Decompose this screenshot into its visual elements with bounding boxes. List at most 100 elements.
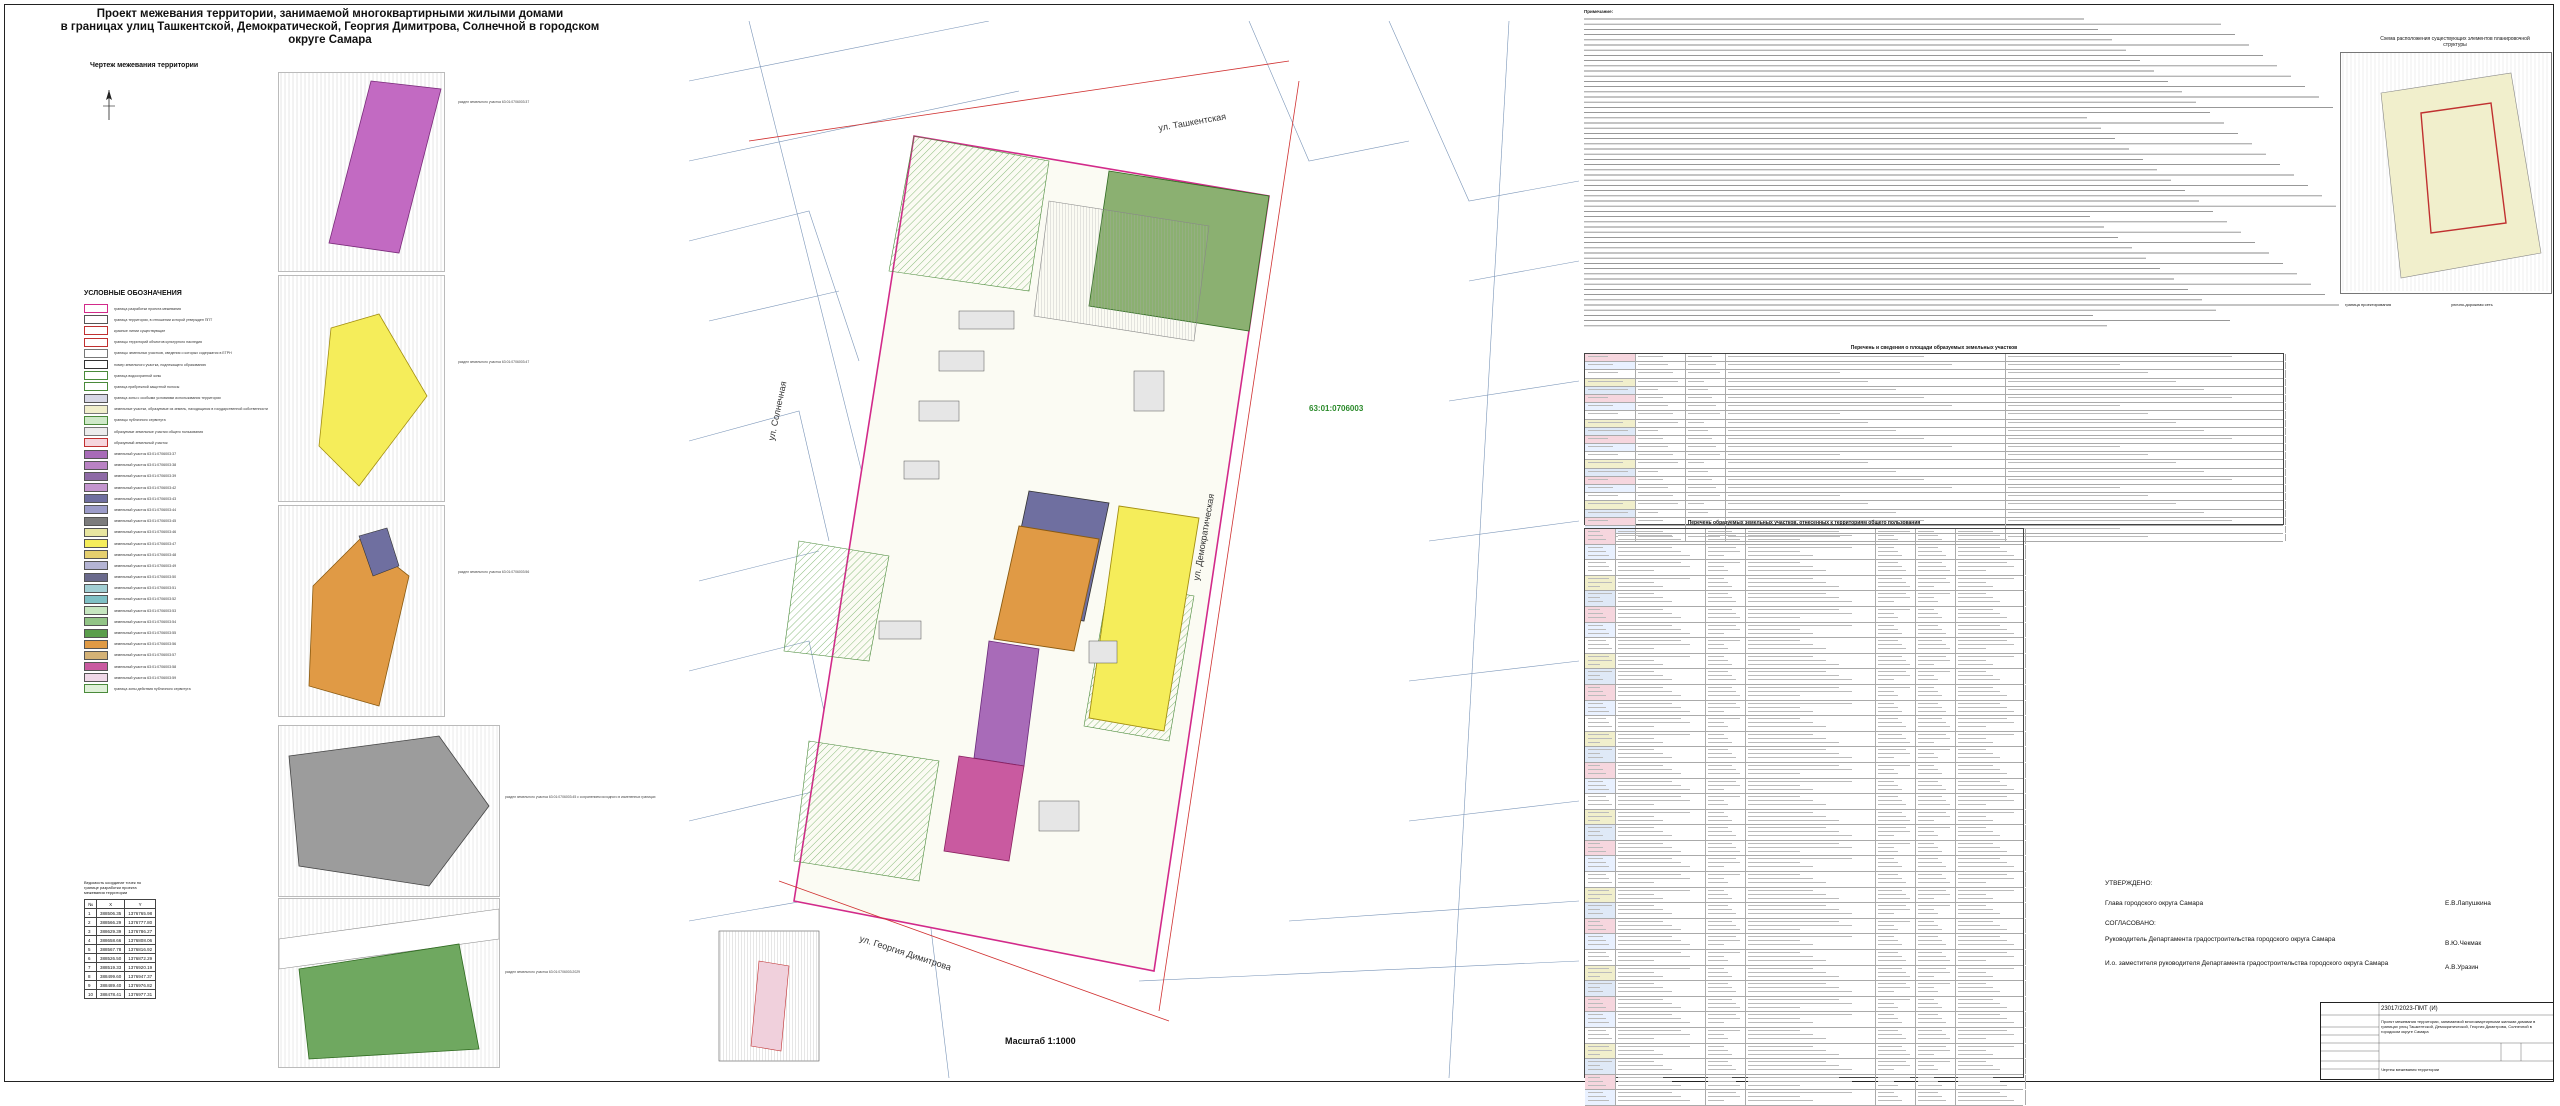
cell-text-line bbox=[2008, 487, 2120, 488]
coords-cell: 1376977.31 bbox=[124, 989, 157, 999]
table-cell bbox=[1585, 444, 1636, 452]
cell-text-line bbox=[1878, 554, 1902, 556]
coords-cell: 3 bbox=[83, 926, 98, 936]
cell-text-line bbox=[1748, 1018, 1800, 1020]
cell-text-line bbox=[1748, 944, 1813, 946]
table-cell bbox=[1615, 794, 1706, 809]
cell-text-line bbox=[1618, 936, 1672, 938]
legend-swatch bbox=[84, 662, 108, 672]
cell-text-line bbox=[1958, 1080, 2000, 1082]
table-cell bbox=[1635, 362, 1686, 370]
cell-text-line bbox=[1748, 846, 1852, 848]
coords-header-num: № bbox=[83, 899, 98, 909]
cell-text-line bbox=[1708, 971, 1728, 973]
cell-text-line bbox=[1708, 952, 1740, 953]
cell-text-line bbox=[1748, 983, 1826, 985]
coords-cell: 1376808.06 bbox=[124, 935, 157, 945]
table-cell bbox=[1585, 950, 1616, 965]
cell-text-line bbox=[1588, 1076, 1600, 1078]
legend-swatch bbox=[84, 404, 108, 414]
cell-text-line bbox=[1918, 581, 1950, 583]
cell-text-line bbox=[1588, 511, 1628, 513]
cell-text-line bbox=[1588, 874, 1606, 875]
cell-text-line bbox=[1618, 827, 1654, 829]
table-cell bbox=[1585, 501, 1636, 509]
cell-text-line bbox=[1958, 862, 2007, 864]
table-cell bbox=[1585, 794, 1616, 809]
cell-text-line bbox=[1708, 608, 1732, 610]
table-cell bbox=[1705, 950, 1746, 965]
cell-text-line bbox=[1878, 694, 1898, 696]
cell-text-line bbox=[1588, 1096, 1606, 1098]
coords-cell: 388658.66 bbox=[96, 935, 126, 945]
cell-text-line bbox=[1618, 741, 1663, 743]
cell-text-line bbox=[1588, 983, 1612, 985]
table-row bbox=[1585, 809, 2026, 826]
cell-text-line bbox=[1618, 1100, 1690, 1102]
cell-text-line bbox=[1958, 975, 1993, 977]
cell-text-line bbox=[1618, 971, 1654, 973]
table-cell bbox=[1875, 1028, 1916, 1043]
table-cell bbox=[1685, 452, 1726, 460]
legend-item: земельный участок 63:01:0706003:45 bbox=[84, 516, 274, 527]
legend-swatch bbox=[84, 561, 108, 571]
cell-text-line bbox=[1638, 495, 1673, 496]
table-cell bbox=[1585, 825, 1616, 840]
cell-text-line bbox=[1748, 1080, 1852, 1082]
table-cell bbox=[1955, 918, 2026, 934]
cell-text-line bbox=[1878, 644, 1902, 645]
cell-text-line bbox=[1728, 364, 1952, 365]
table-cell bbox=[1585, 981, 1616, 996]
cell-text-line bbox=[2008, 536, 2148, 537]
cell-text-line bbox=[1588, 733, 1609, 735]
cell-text-line bbox=[1618, 671, 1654, 673]
cell-text-line bbox=[1918, 1092, 1938, 1094]
cell-text-line bbox=[1588, 737, 1612, 739]
cell-text-line bbox=[1708, 889, 1724, 891]
table-cell bbox=[1955, 934, 2026, 950]
table-cell bbox=[1875, 1074, 1916, 1090]
table-cell bbox=[1745, 716, 1876, 731]
table1-title: Перечень и сведения о площади образуемых… bbox=[1850, 345, 2018, 351]
cell-text-line bbox=[1878, 612, 1894, 614]
cell-text-line bbox=[1878, 811, 1902, 813]
cell-text-line bbox=[1618, 597, 1663, 599]
cell-text-line bbox=[1618, 632, 1690, 634]
table-cell bbox=[1585, 529, 1616, 544]
cell-text-line bbox=[1588, 671, 1612, 673]
cell-text-line bbox=[1618, 796, 1681, 797]
cell-text-line bbox=[1708, 1080, 1736, 1082]
table-cell bbox=[1875, 840, 1916, 856]
cell-text-line bbox=[1708, 1049, 1728, 1051]
table-cell bbox=[1915, 1012, 1956, 1027]
legend-item: граница прибрежной защитной полосы bbox=[84, 381, 274, 392]
cell-text-line bbox=[1618, 1002, 1672, 1004]
table-cell bbox=[1585, 716, 1616, 731]
cell-text-line bbox=[2008, 421, 2176, 423]
legend-item: земельный участок 63:01:0706003:59 bbox=[84, 672, 274, 683]
table-cell bbox=[1745, 669, 1876, 684]
table-row bbox=[1585, 378, 2286, 387]
cell-text-line bbox=[1708, 1006, 1740, 1008]
schema-map: граница проектирования улично-дорожная с… bbox=[2340, 52, 2552, 307]
cell-text-line bbox=[1878, 550, 1898, 552]
cell-text-line bbox=[1588, 577, 1609, 579]
approved-label: УТВЕРЖДЕНО: bbox=[2105, 880, 2153, 887]
cell-text-line bbox=[1588, 1006, 1606, 1008]
cell-text-line bbox=[1878, 897, 1910, 899]
cell-text-line bbox=[1748, 632, 1813, 634]
legend-label: образуемый земельный участок bbox=[114, 440, 168, 445]
table-cell bbox=[1915, 684, 1956, 700]
table-cell bbox=[1915, 653, 1956, 669]
cell-text-line bbox=[1618, 952, 1681, 953]
table-cell bbox=[2005, 509, 2286, 517]
cell-text-line bbox=[1878, 764, 1910, 766]
table-cell bbox=[1745, 606, 1876, 622]
cell-text-line bbox=[1878, 862, 1898, 864]
cell-text-line bbox=[1708, 998, 1732, 1000]
table-cell bbox=[1915, 638, 1956, 653]
cell-text-line bbox=[1918, 706, 1942, 708]
cell-text-line bbox=[1618, 1084, 1681, 1086]
table-cell bbox=[1875, 731, 1916, 747]
coords-cell: 4 bbox=[83, 935, 98, 945]
